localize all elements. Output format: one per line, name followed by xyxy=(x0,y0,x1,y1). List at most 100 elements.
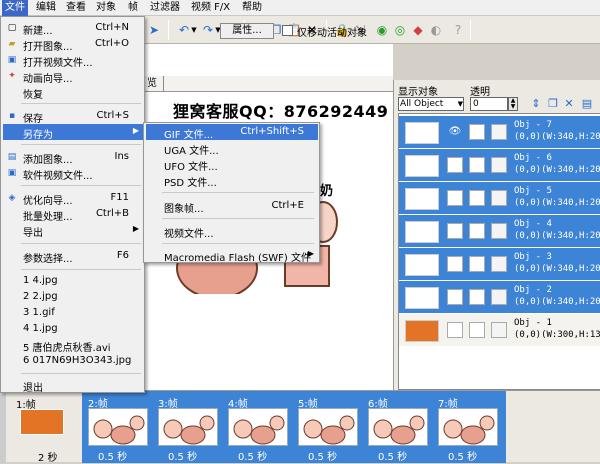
menu-item-shortcut: F11 xyxy=(110,192,129,203)
menu-item-add-image[interactable]: ▤ 添加图象... Ins xyxy=(3,149,143,166)
submenu-item-ufo[interactable]: UFO 文件... xyxy=(146,156,318,173)
object-row[interactable]: Obj - 3 (0,0)(W:340,H:208 xyxy=(399,248,600,281)
menu-item-recent-3[interactable]: 3 1.gif xyxy=(3,305,143,321)
object-row[interactable]: Obj - 5 (0,0)(W:340,H:208 xyxy=(399,182,600,215)
menu-filter[interactable]: 过滤器 xyxy=(147,0,183,16)
menu-item-new[interactable]: ▢ 新建... Ctrl+N xyxy=(3,20,143,37)
preview-icon[interactable]: ◐ xyxy=(428,22,444,38)
lock-toggle[interactable] xyxy=(469,124,485,140)
object-properties-icon[interactable] xyxy=(491,157,507,173)
tab-preview[interactable]: 览 xyxy=(145,76,164,92)
web-icon[interactable]: ◉ xyxy=(374,22,390,38)
object-move-icon[interactable]: ⇕ xyxy=(529,97,543,111)
lock-toggle[interactable] xyxy=(469,223,485,239)
frame-item[interactable]: 6:帧 0.5 秒 xyxy=(364,391,434,463)
frame-item[interactable]: 3:帧 0.5 秒 xyxy=(154,391,224,463)
menu-item-recent-1[interactable]: 1 4.jpg xyxy=(3,273,143,289)
visibility-eye-icon[interactable]: 👁 xyxy=(447,124,463,140)
submenu-item-gif[interactable]: GIF 文件... Ctrl+Shift+S xyxy=(146,124,318,141)
frame-item[interactable]: 5:帧 0.5 秒 xyxy=(294,391,364,463)
submenu-item-uga[interactable]: UGA 文件... xyxy=(146,140,318,157)
frame-thumbnail xyxy=(20,409,64,435)
lock-toggle[interactable] xyxy=(469,157,485,173)
menu-item-label: PSD 文件... xyxy=(164,178,217,189)
visibility-toggle[interactable] xyxy=(447,157,463,173)
menu-item-recent-2[interactable]: 2 2.jpg xyxy=(3,289,143,305)
frame-thumbnail-art xyxy=(93,415,145,445)
menu-item-open-image[interactable]: ▰ 打开图象... Ctrl+O xyxy=(3,36,143,53)
file-menu-dropdown: ▢ 新建... Ctrl+N ▰ 打开图象... Ctrl+O ▣ 打开视频文件… xyxy=(0,16,145,394)
menu-item-batch-process[interactable]: 批量处理... Ctrl+B xyxy=(3,206,143,223)
menu-item-optimize-wizard[interactable]: ◈ 优化向导... F11 xyxy=(3,190,143,207)
opacity-spinner[interactable]: ▲ ▼ xyxy=(508,97,518,111)
only-move-active-checkbox[interactable] xyxy=(282,25,293,36)
menu-video-fx[interactable]: 视频 F/X xyxy=(188,0,233,16)
menu-item-label: 新建... xyxy=(23,26,53,37)
visibility-toggle[interactable] xyxy=(447,223,463,239)
frame-thumbnail-art xyxy=(233,415,285,445)
menu-item-exit[interactable]: 退出 xyxy=(3,377,143,394)
menu-item-add-video[interactable]: ▣ 软件视频文件... xyxy=(3,165,143,182)
visibility-toggle[interactable] xyxy=(447,256,463,272)
globe-icon[interactable]: ◎ xyxy=(392,22,408,38)
object-delete-icon[interactable]: ✕ xyxy=(562,97,576,111)
menu-item-label: 参数选择... xyxy=(23,254,73,265)
menu-edit[interactable]: 编辑 xyxy=(33,0,59,16)
frame-item[interactable]: 2:帧 0.5 秒 xyxy=(84,391,154,463)
frame-item[interactable]: 4:帧 0.5 秒 xyxy=(224,391,294,463)
visibility-toggle[interactable] xyxy=(447,190,463,206)
opacity-input[interactable]: 0 xyxy=(470,97,508,111)
visibility-toggle[interactable] xyxy=(447,322,463,338)
frame-thumbnail xyxy=(158,408,218,446)
lock-toggle[interactable] xyxy=(469,190,485,206)
object-properties-icon[interactable] xyxy=(491,124,507,140)
menu-object[interactable]: 对象 xyxy=(93,0,119,16)
menu-help[interactable]: 帮助 xyxy=(239,0,265,16)
lock-toggle[interactable] xyxy=(469,256,485,272)
object-row[interactable]: Obj - 2 (0,0)(W:340,H:208 xyxy=(399,281,600,314)
lock-toggle[interactable] xyxy=(469,289,485,305)
object-row[interactable]: Obj - 1 (0,0)(W:300,H:139 xyxy=(399,314,600,347)
menu-frame[interactable]: 帧 xyxy=(125,0,141,16)
object-thumbnail xyxy=(405,122,439,144)
submenu-item-psd[interactable]: PSD 文件... xyxy=(146,172,318,189)
menu-item-export[interactable]: 导出 ▶ xyxy=(3,222,143,239)
menu-item-recent-4[interactable]: 4 1.jpg xyxy=(3,321,143,337)
object-properties-icon[interactable]: ▤ xyxy=(580,97,594,111)
object-properties-icon[interactable] xyxy=(491,256,507,272)
menu-item-recent-6[interactable]: 6 017N69H3O343.jpg xyxy=(3,353,143,369)
object-properties-icon[interactable] xyxy=(491,190,507,206)
object-filter-select[interactable]: All Object ▼ xyxy=(398,97,464,111)
object-row[interactable]: 👁 Obj - 7 (0,0)(W:340,H:208 xyxy=(399,116,600,149)
object-properties-icon[interactable] xyxy=(491,289,507,305)
menu-file[interactable]: 文件 xyxy=(2,0,28,16)
frame-item[interactable]: 7:帧 0.5 秒 xyxy=(434,391,504,463)
submenu-item-flash-swf[interactable]: Macromedia Flash (SWF) 文件 ▶ xyxy=(146,247,318,264)
properties-button[interactable]: 属性... xyxy=(220,23,274,39)
menu-item-recent-5[interactable]: 5 唐伯虎点秋香.avi xyxy=(3,337,143,354)
menu-separator xyxy=(21,185,141,186)
object-properties-icon[interactable] xyxy=(491,223,507,239)
object-row[interactable]: Obj - 4 (0,0)(W:340,H:208 xyxy=(399,215,600,248)
show-objects-label: 显示对象 xyxy=(398,87,438,98)
menu-item-save-as[interactable]: 另存为 ▶ xyxy=(3,124,143,141)
help-icon[interactable]: ? xyxy=(450,22,466,38)
object-properties-icon[interactable] xyxy=(491,322,507,338)
lock-toggle[interactable] xyxy=(469,322,485,338)
menu-item-revert[interactable]: 恢复 xyxy=(3,84,143,101)
menu-item-save[interactable]: ▪ 保存 Ctrl+S xyxy=(3,108,143,125)
pointer-icon[interactable]: ➤ xyxy=(146,22,162,38)
selected-frames-strip[interactable]: 2:帧 0.5 秒 3:帧 0.5 秒 4:帧 0.5 秒 5:帧 0.5 秒 6:帧 0.5 秒… xyxy=(82,391,506,463)
menu-view[interactable]: 查看 xyxy=(63,0,89,16)
menu-item-open-video[interactable]: ▣ 打开视频文件... xyxy=(3,52,143,69)
frame-item[interactable]: 1:帧 2 秒 xyxy=(6,391,78,464)
menu-item-preferences[interactable]: 参数选择... F6 xyxy=(3,248,143,265)
submenu-item-image-frames[interactable]: 图象帧... Ctrl+E xyxy=(146,198,318,215)
color-icon[interactable]: ◆ xyxy=(410,22,426,38)
object-row[interactable]: Obj - 6 (0,0)(W:340,H:208 xyxy=(399,149,600,182)
object-copy-icon[interactable]: ❐ xyxy=(546,97,560,111)
visibility-toggle[interactable] xyxy=(447,289,463,305)
object-list[interactable]: 👁 Obj - 7 (0,0)(W:340,H:208 Obj - 6 (0,0)(W:… xyxy=(398,113,600,390)
submenu-item-video-file[interactable]: 视频文件... xyxy=(146,223,318,240)
menu-item-animation-wizard[interactable]: ✦ 动画向导... xyxy=(3,68,143,85)
